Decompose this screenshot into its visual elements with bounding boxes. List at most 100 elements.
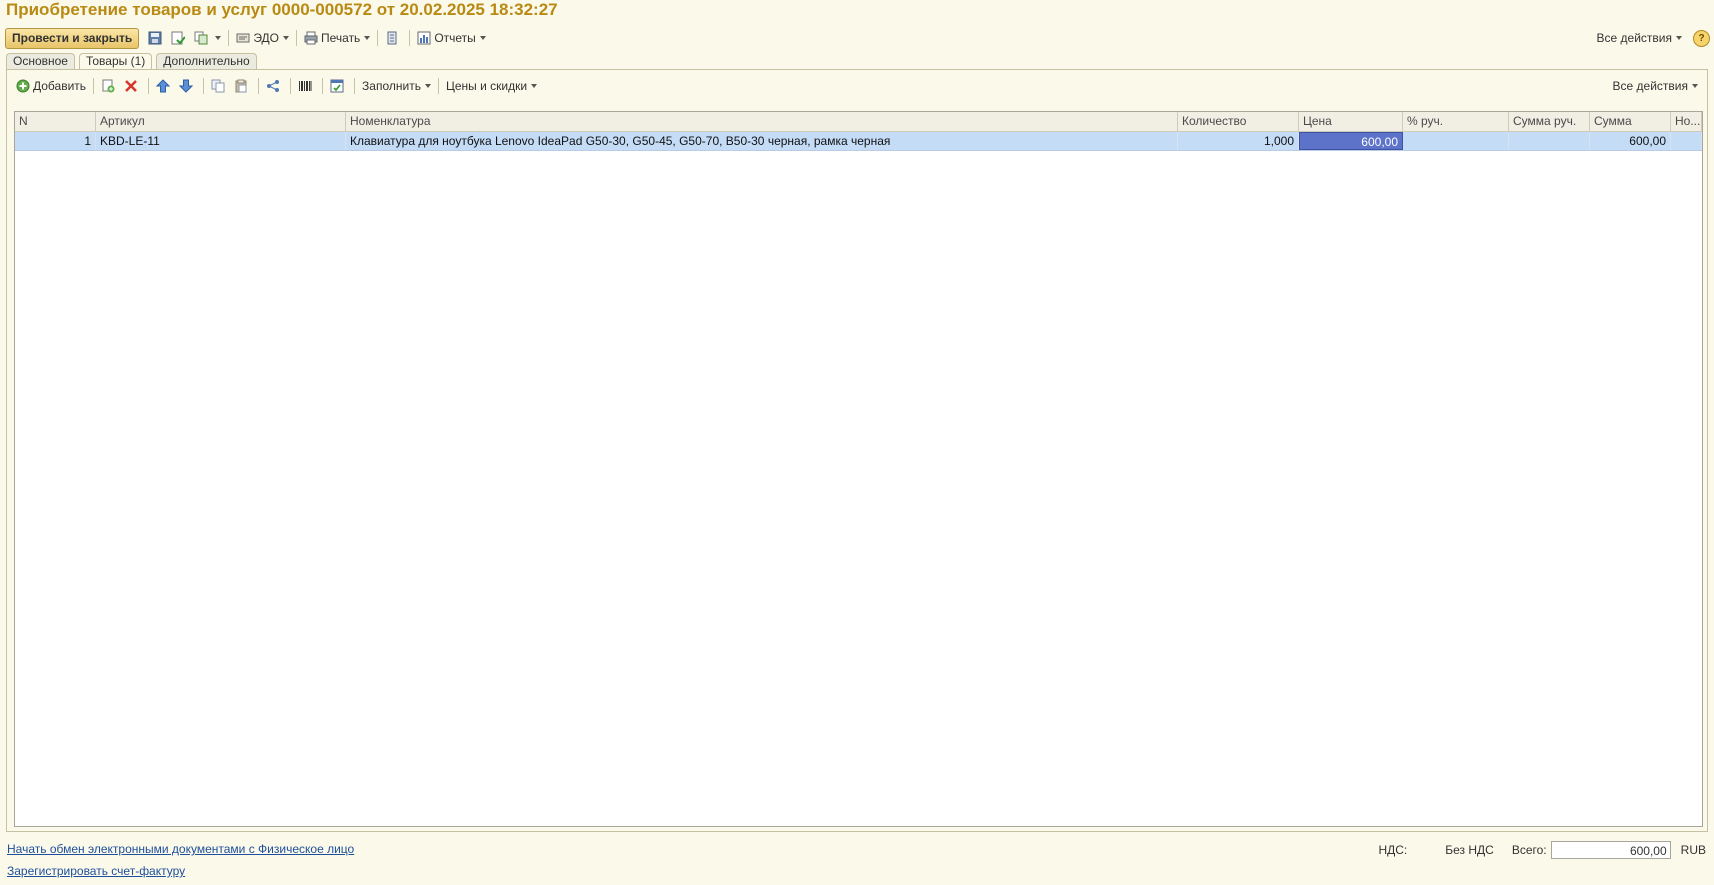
cell-manual-sum[interactable] [1509,132,1590,150]
barcode-button[interactable] [295,75,318,97]
column-header-manual-sum[interactable]: Сумма руч. [1509,112,1590,131]
cell-price[interactable]: 600,00 [1299,132,1403,150]
paste-icon [234,79,248,93]
copy-icon [211,79,225,93]
cell-article[interactable]: KBD-LE-11 [96,132,346,150]
add-circle-icon [16,79,30,93]
create-based-on-button[interactable] [191,27,224,49]
chevron-down-icon [1676,36,1682,40]
start-edo-exchange-link[interactable]: Начать обмен электронными документами с … [7,841,354,863]
fill-menu[interactable]: Заполнить [359,75,434,97]
cell-more[interactable] [1671,132,1702,150]
reports-menu[interactable]: Отчеты [414,27,488,49]
chevron-down-icon [283,36,289,40]
toolbar-separator [290,78,292,94]
vat-label: НДС: [1378,843,1408,857]
barcode-icon [298,79,312,93]
column-header-nomenclature[interactable]: Номенклатура [346,112,1178,131]
chevron-down-icon [479,36,486,40]
column-header-quantity[interactable]: Количество [1178,112,1299,131]
delete-x-icon [124,79,138,93]
create-based-on-icon [194,31,208,45]
column-header-article[interactable]: Артикул [96,112,346,131]
column-header-price[interactable]: Цена [1299,112,1403,131]
document-toolbar: Провести и закрыть ЭДО Печать Отчеты Все… [5,26,1710,50]
add-label: Добавить [33,79,87,93]
print-menu[interactable]: Печать [301,27,373,49]
page-title: Приобретение товаров и услуг 0000-000572… [6,0,558,19]
cell-manual-percent[interactable] [1403,132,1509,150]
chevron-down-icon [424,84,431,88]
select-items-button[interactable] [327,75,350,97]
totals-area: НДС: Без НДС Всего: 600,00 RUB [1378,840,1706,860]
chevron-down-icon [531,84,538,88]
toolbar-separator [228,30,230,46]
add-row-button[interactable]: Добавить [13,75,89,97]
column-header-more[interactable]: Но... [1671,112,1702,131]
currency-label: RUB [1680,843,1706,857]
tab-main[interactable]: Основное [6,53,75,69]
table-row[interactable]: 1 KBD-LE-11 Клавиатура для ноутбука Leno… [15,132,1702,151]
fill-label: Заполнить [362,79,421,93]
goods-panel: Добавить Заполнить Цены и скидки Все дей… [6,69,1708,832]
post-button[interactable] [168,27,191,49]
total-label: Всего: [1511,843,1547,857]
toolbar-separator [322,78,324,94]
all-actions-label: Все действия [1612,79,1688,93]
toolbar-separator [409,30,411,46]
prices-discounts-label: Цены и скидки [445,79,528,93]
save-button[interactable] [145,27,168,49]
share-button[interactable] [263,75,286,97]
copy-row-icon [101,79,115,93]
journal-button[interactable] [382,27,405,49]
move-up-button[interactable] [153,75,176,97]
copy-button[interactable] [208,75,231,97]
print-label: Печать [321,31,361,45]
table-header: N Артикул Номенклатура Количество Цена %… [15,112,1702,132]
delete-row-button[interactable] [121,75,144,97]
cell-quantity[interactable]: 1,000 [1178,132,1299,150]
all-actions-menu[interactable]: Все действия [1594,27,1685,49]
checklist-icon [330,79,344,93]
toolbar-separator [258,78,260,94]
column-header-sum[interactable]: Сумма [1590,112,1671,131]
column-header-n[interactable]: N [15,112,96,131]
copy-row-button[interactable] [98,75,121,97]
move-down-button[interactable] [176,75,199,97]
toolbar-separator [148,78,150,94]
share-icon [266,79,280,93]
report-chart-icon [417,31,431,45]
printer-icon [304,31,318,45]
register-invoice-link[interactable]: Зарегистрировать счет-фактуру [7,863,354,885]
chevron-down-icon [364,36,371,40]
post-document-icon [171,31,187,45]
journal-icon [385,31,399,45]
arrow-up-icon [155,79,171,93]
footer-links: Начать обмен электронными документами с … [7,841,354,885]
edo-icon [236,31,250,45]
tab-additional[interactable]: Дополнительно [156,53,257,69]
all-actions-label: Все действия [1596,31,1672,45]
toolbar-separator [296,30,297,46]
table-toolbar: Добавить Заполнить Цены и скидки Все дей… [13,75,1701,97]
reports-label: Отчеты [434,31,476,45]
arrow-down-icon [178,79,194,93]
edo-menu[interactable]: ЭДО [233,27,292,49]
cell-nomenclature[interactable]: Клавиатура для ноутбука Lenovo IdeaPad G… [346,132,1178,150]
column-header-manual-percent[interactable]: % руч. [1403,112,1509,131]
cell-sum[interactable]: 600,00 [1590,132,1671,150]
form-tabs: Основное Товары (1) Дополнительно [6,53,261,70]
paste-button[interactable] [231,75,254,97]
toolbar-separator [93,78,95,94]
prices-discounts-menu[interactable]: Цены и скидки [443,75,540,97]
toolbar-separator [437,78,439,94]
help-icon[interactable]: ? [1693,29,1710,47]
toolbar-separator [377,30,379,46]
goods-table[interactable]: N Артикул Номенклатура Количество Цена %… [14,111,1703,827]
cell-n[interactable]: 1 [15,132,96,150]
toolbar-separator [203,78,205,94]
vat-value: Без НДС [1445,843,1494,857]
tab-goods[interactable]: Товары (1) [78,53,153,70]
table-all-actions-menu[interactable]: Все действия [1610,75,1701,97]
post-and-close-button[interactable]: Провести и закрыть [5,27,140,49]
